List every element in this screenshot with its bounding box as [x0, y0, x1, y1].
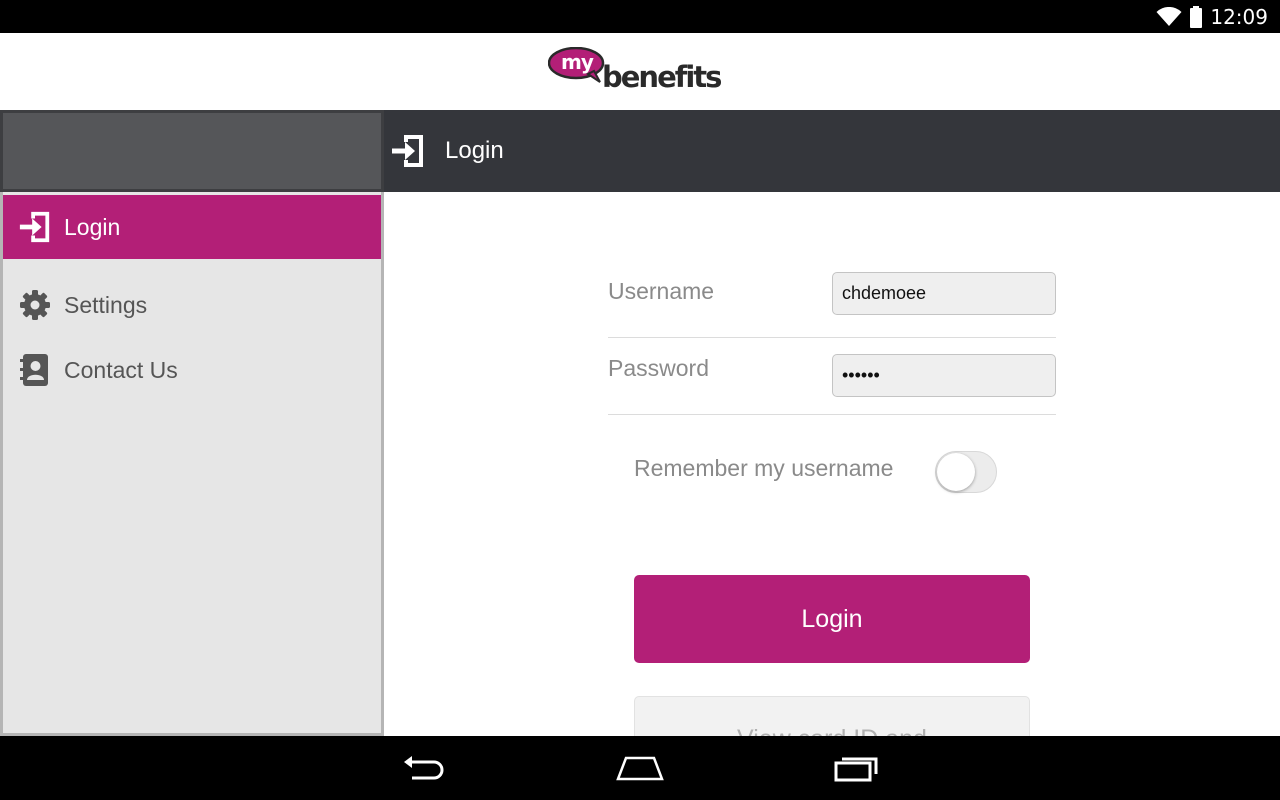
logo-header: my benefits — [0, 33, 1280, 110]
recent-apps-button[interactable] — [826, 750, 886, 786]
contact-book-icon — [17, 352, 53, 388]
home-icon — [616, 756, 664, 781]
status-bar: 12:09 — [0, 0, 1280, 33]
username-row: Username — [608, 261, 1056, 338]
login-icon — [388, 131, 428, 171]
status-time: 12:09 — [1210, 4, 1268, 29]
sidebar-item-login[interactable]: Login — [3, 195, 381, 259]
sidebar-item-label: Settings — [64, 291, 148, 318]
sidebar-header — [0, 110, 384, 192]
toggle-knob — [937, 453, 975, 491]
remember-username-toggle[interactable] — [935, 451, 997, 493]
password-label: Password — [608, 355, 709, 381]
sidebar-item-label: Login — [64, 213, 121, 240]
remember-username-label: Remember my username — [634, 455, 894, 481]
sidebar-item-settings[interactable]: Settings — [3, 273, 381, 337]
home-button[interactable] — [610, 750, 670, 786]
back-button[interactable] — [394, 750, 454, 786]
nav-bar — [0, 736, 1280, 800]
password-row: Password — [608, 338, 1056, 415]
wifi-icon — [1156, 6, 1182, 26]
sidebar-item-contact-us[interactable]: Contact Us — [3, 338, 381, 402]
password-field[interactable] — [832, 354, 1056, 397]
login-form: Username Password Remember my username L… — [384, 192, 1280, 736]
sidebar-item-label: Contact Us — [64, 356, 178, 383]
login-button[interactable]: Login — [634, 575, 1030, 663]
username-label: Username — [608, 278, 715, 304]
back-icon — [404, 756, 444, 780]
page-title: Login — [445, 137, 504, 164]
mybenefits-logo: my benefits — [548, 47, 738, 101]
gear-icon — [17, 287, 53, 323]
sidebar: Login Settings Contact Us — [0, 192, 384, 736]
logo-my-text: my — [561, 50, 594, 74]
battery-icon — [1190, 5, 1203, 28]
title-bar: Login — [384, 110, 1280, 192]
view-card-button[interactable]: View card ID and — [634, 696, 1030, 736]
username-field[interactable] — [832, 272, 1056, 315]
status-icons: 12:09 — [1156, 0, 1268, 33]
logo-benefits-text: benefits — [602, 60, 722, 94]
recent-apps-icon — [834, 757, 878, 782]
login-icon — [17, 209, 53, 245]
